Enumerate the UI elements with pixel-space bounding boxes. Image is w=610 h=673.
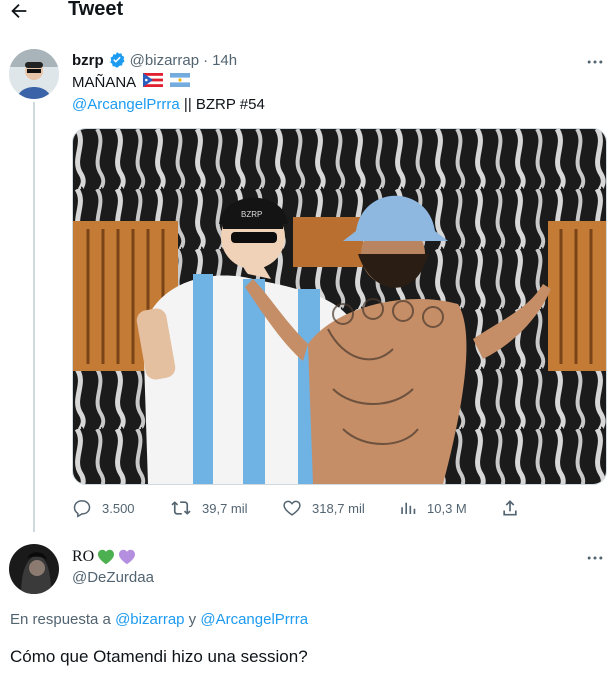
- author-handle[interactable]: @bizarrap: [130, 52, 199, 69]
- tweet-actions: 3.500 39,7 mil 318,7 mil 10,3 M: [72, 496, 592, 520]
- replying-mention[interactable]: @ArcangelPrrra: [200, 611, 308, 628]
- like-icon: [282, 498, 302, 518]
- verified-badge-icon: [108, 51, 126, 69]
- svg-text:BZRP: BZRP: [241, 210, 262, 219]
- reply-icon: [72, 498, 92, 518]
- tweet-text: MAÑANA: [72, 74, 136, 91]
- argentina-flag-icon: [169, 72, 190, 94]
- separator-dot: ·: [203, 51, 209, 69]
- reply-button[interactable]: 3.500: [72, 496, 135, 520]
- tweet-text-rest: || BZRP #54: [179, 96, 265, 113]
- reply-author-avatar[interactable]: [9, 544, 59, 594]
- tweet-header: bzrp @bizarrap · 14h: [72, 51, 237, 69]
- share-button[interactable]: [500, 496, 520, 520]
- replying-joiner: y: [188, 611, 197, 628]
- author-avatar[interactable]: [9, 49, 59, 99]
- reply-count: 3.500: [102, 500, 135, 516]
- replying-mention[interactable]: @bizarrap: [115, 611, 184, 628]
- tweet-text-line1: MAÑANA: [72, 72, 190, 94]
- thread-line: [33, 102, 35, 532]
- heart-icon: [118, 549, 136, 565]
- tweet-text-line2: @ArcangelPrrra || BZRP #54: [72, 94, 265, 116]
- like-button[interactable]: 318,7 mil: [282, 496, 365, 520]
- top-bar: Tweet: [0, 0, 610, 30]
- replying-to: En respuesta a @bizarrap y @ArcangelPrrr…: [10, 611, 308, 628]
- like-count: 318,7 mil: [312, 500, 365, 516]
- more-icon[interactable]: [585, 548, 605, 568]
- reply-header: RO: [72, 548, 136, 566]
- views-button[interactable]: 10,3 M: [399, 496, 467, 520]
- views-count: 10,3 M: [427, 500, 467, 516]
- tweet-time[interactable]: 14h: [212, 52, 237, 69]
- page-title: Tweet: [68, 0, 124, 20]
- back-arrow-icon[interactable]: [8, 0, 32, 22]
- reply-author-handle[interactable]: @DeZurdaa: [72, 569, 154, 586]
- share-icon: [500, 498, 520, 518]
- mention-link[interactable]: @ArcangelPrrra: [72, 96, 180, 113]
- reply-text: Cómo que Otamendi hizo una session?: [10, 647, 308, 666]
- retweet-button[interactable]: 39,7 mil: [170, 496, 248, 520]
- retweet-count: 39,7 mil: [202, 500, 248, 516]
- reply-author-name[interactable]: RO: [72, 548, 94, 566]
- views-icon: [399, 498, 417, 518]
- author-name[interactable]: bzrp: [72, 52, 104, 69]
- more-icon[interactable]: [585, 52, 605, 72]
- tweet-media-image[interactable]: BZRP: [72, 128, 607, 485]
- heart-icon: [97, 549, 115, 565]
- puerto-rico-flag-icon: [142, 72, 163, 94]
- replying-prefix: En respuesta a: [10, 611, 111, 628]
- retweet-icon: [170, 498, 192, 518]
